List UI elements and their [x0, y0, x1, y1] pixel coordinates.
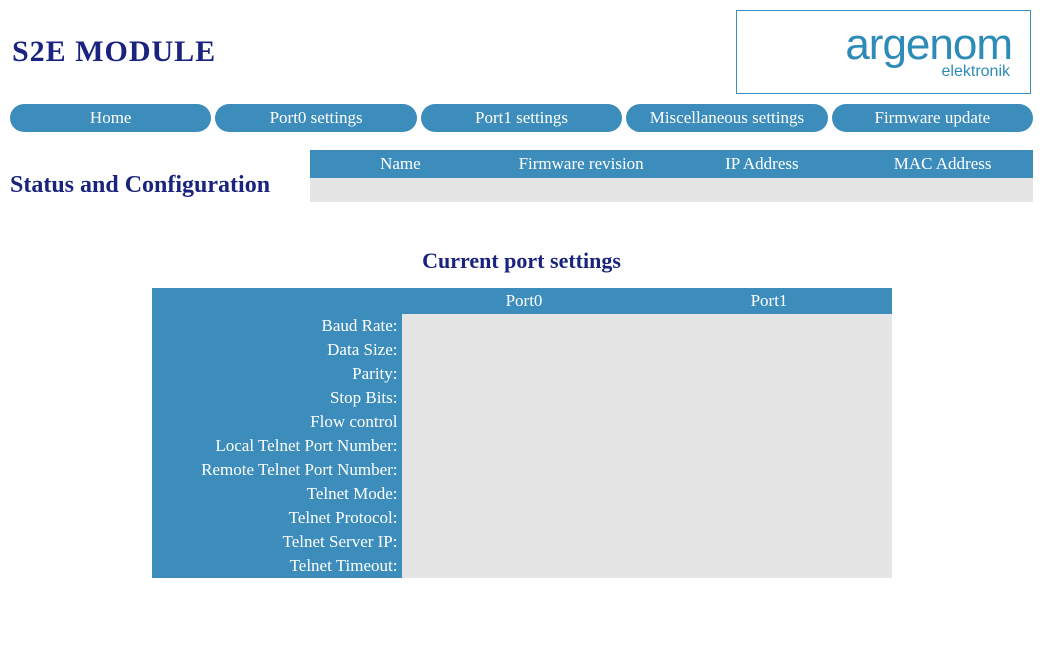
row-p0 — [402, 506, 647, 530]
status-heading: Status and Configuration — [10, 154, 310, 199]
nav-firmware-update[interactable]: Firmware update — [832, 104, 1033, 132]
row-p0 — [402, 314, 647, 338]
table-row: Remote Telnet Port Number: — [152, 458, 892, 482]
row-p0 — [402, 410, 647, 434]
table-row: Telnet Timeout: — [152, 554, 892, 578]
row-p1 — [647, 434, 892, 458]
status-val-name — [310, 178, 491, 202]
nav-misc-settings[interactable]: Miscellaneous settings — [626, 104, 827, 132]
table-row: Data Size: — [152, 338, 892, 362]
row-p0 — [402, 362, 647, 386]
table-row: Local Telnet Port Number: — [152, 434, 892, 458]
table-row: Telnet Server IP: — [152, 530, 892, 554]
row-p1 — [647, 554, 892, 578]
nav-port1-settings[interactable]: Port1 settings — [421, 104, 622, 132]
nav-home[interactable]: Home — [10, 104, 211, 132]
row-p1 — [647, 458, 892, 482]
port-col-port0: Port0 — [402, 288, 647, 314]
status-val-ip — [672, 178, 853, 202]
port-section-title: Current port settings — [0, 248, 1043, 274]
logo-sub: elektronik — [942, 63, 1010, 81]
row-label: Telnet Protocol: — [152, 506, 402, 530]
row-p0 — [402, 530, 647, 554]
row-label: Telnet Mode: — [152, 482, 402, 506]
port-table: Port0 Port1 Baud Rate: Data Size: Parity… — [152, 288, 892, 578]
row-p1 — [647, 386, 892, 410]
row-label: Telnet Timeout: — [152, 554, 402, 578]
row-p1 — [647, 482, 892, 506]
table-row: Baud Rate: — [152, 314, 892, 338]
row-label: Baud Rate: — [152, 314, 402, 338]
table-row: Flow control — [152, 410, 892, 434]
port-col-blank — [152, 288, 402, 314]
status-col-firmware: Firmware revision — [491, 150, 672, 178]
row-p0 — [402, 434, 647, 458]
row-p1 — [647, 338, 892, 362]
page-title: S2E MODULE — [12, 35, 216, 69]
row-p1 — [647, 530, 892, 554]
table-row: Stop Bits: — [152, 386, 892, 410]
row-label: Stop Bits: — [152, 386, 402, 410]
port-table-body: Baud Rate: Data Size: Parity: Stop Bits:… — [152, 314, 892, 578]
nav-port0-settings[interactable]: Port0 settings — [215, 104, 416, 132]
row-p0 — [402, 386, 647, 410]
row-p1 — [647, 506, 892, 530]
logo-box: argenom elektronik — [736, 10, 1031, 94]
row-p0 — [402, 458, 647, 482]
row-p1 — [647, 410, 892, 434]
table-row: Parity: — [152, 362, 892, 386]
row-label: Remote Telnet Port Number: — [152, 458, 402, 482]
table-row: Telnet Mode: — [152, 482, 892, 506]
row-label: Data Size: — [152, 338, 402, 362]
status-col-ip: IP Address — [672, 150, 853, 178]
status-col-name: Name — [310, 150, 491, 178]
status-val-mac — [852, 178, 1033, 202]
row-label: Flow control — [152, 410, 402, 434]
nav-bar: Home Port0 settings Port1 settings Misce… — [0, 104, 1043, 132]
row-label: Local Telnet Port Number: — [152, 434, 402, 458]
row-label: Telnet Server IP: — [152, 530, 402, 554]
status-val-firmware — [491, 178, 672, 202]
row-label: Parity: — [152, 362, 402, 386]
status-col-mac: MAC Address — [852, 150, 1033, 178]
row-p0 — [402, 338, 647, 362]
row-p0 — [402, 482, 647, 506]
logo-main: argenom — [845, 23, 1012, 67]
port-col-port1: Port1 — [647, 288, 892, 314]
table-row: Telnet Protocol: — [152, 506, 892, 530]
row-p0 — [402, 554, 647, 578]
status-table: Name Firmware revision IP Address MAC Ad… — [310, 150, 1033, 202]
row-p1 — [647, 314, 892, 338]
row-p1 — [647, 362, 892, 386]
